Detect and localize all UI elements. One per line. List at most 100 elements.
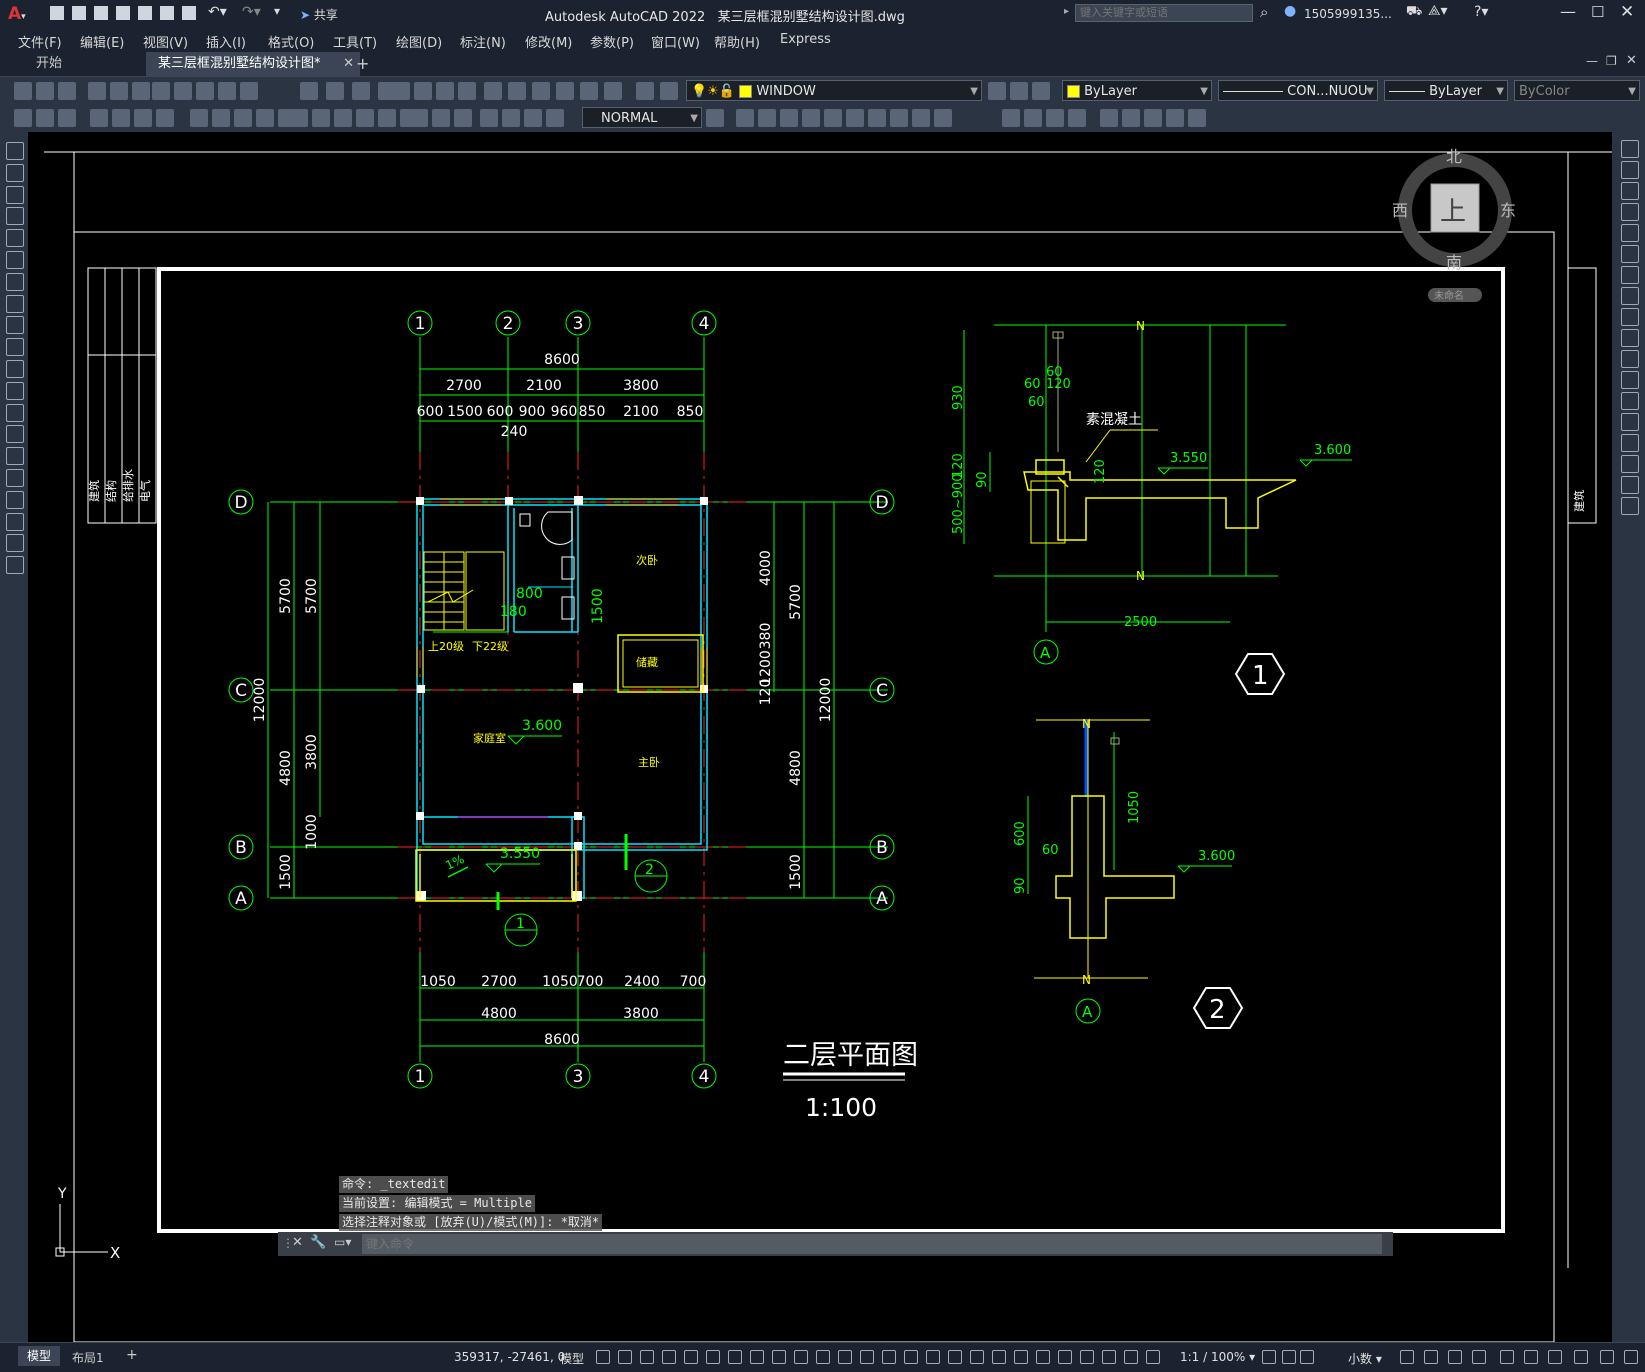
viewcube[interactable]: 上 北 南 东 西 未命名 [1392,147,1516,302]
color-dropdown[interactable]: ByLayer ▼ [1062,80,1212,101]
tb1-buttons-tool-icon-22[interactable] [556,82,574,100]
modify-tool-icon-6[interactable] [1621,266,1639,284]
draw-tool-icon-7[interactable] [6,294,24,313]
cart-icon[interactable]: ⛟ [1406,4,1422,21]
tb2-buttons-tool-icon-3[interactable] [90,109,108,127]
modify-tool-icon-13[interactable] [1621,413,1639,431]
tb1-buttons-tool-icon-13[interactable] [352,82,370,100]
doc-minimize-icon[interactable]: — [1586,54,1598,68]
new-tab-button[interactable]: + [344,52,381,76]
status-toggle-icon-38[interactable] [1624,1350,1638,1364]
a360-icon[interactable]: ⟁▾ [1428,3,1448,19]
customize-qat-icon[interactable]: ▾ [274,4,280,18]
modify-tool-icon-14[interactable] [1621,434,1639,452]
command-close-icon[interactable]: ✕ [292,1235,303,1250]
modify-tool-icon-7[interactable] [1621,287,1639,305]
undo-icon[interactable]: ↶▾ [208,4,227,20]
tb2-buttons-tool-icon-18[interactable] [410,109,428,127]
tb2-buttons-tool-icon-25[interactable] [706,109,724,127]
modify-tool-icon-8[interactable] [1621,308,1639,326]
status-toggle-icon-23[interactable] [1102,1350,1116,1364]
status-toggle-icon-9[interactable] [794,1350,808,1364]
menu-item-4[interactable]: 格式(O) [268,32,314,51]
plotstyle-dropdown[interactable]: ByColor ▼ [1514,80,1640,101]
menu-item-3[interactable]: 插入(I) [206,32,246,51]
draw-tool-icon-6[interactable] [6,272,24,291]
status-toggle-icon-4[interactable] [684,1350,698,1364]
modify-tool-icon-1[interactable] [1621,161,1639,179]
draw-tool-icon-13[interactable] [6,425,24,444]
tb2-buttons-tool-icon-38[interactable] [1046,109,1064,127]
tb2-buttons-tool-icon-0[interactable] [14,109,32,127]
plot-icon[interactable] [182,6,196,20]
tb1-buttons-tool-icon-0[interactable] [14,82,32,100]
tb2-buttons-tool-icon-13[interactable] [312,109,330,127]
save-to-web-icon[interactable] [160,6,174,20]
status-toggle-icon-28[interactable] [1300,1350,1314,1364]
tb2-buttons-tool-icon-19[interactable] [432,109,450,127]
tb1-buttons-tool-icon-19[interactable] [484,82,502,100]
status-toggle-icon-33[interactable] [1500,1350,1514,1364]
tb1-buttons-tool-icon-8[interactable] [196,82,214,100]
tb2-buttons-tool-icon-26[interactable] [736,109,754,127]
status-toggle-icon-24[interactable] [1124,1350,1138,1364]
tb1-buttons-tool-icon-5[interactable] [132,82,150,100]
draw-tool-icon-18[interactable] [6,534,24,553]
draw-tool-icon-11[interactable] [6,381,24,400]
tb2-buttons-tool-icon-34[interactable] [912,109,930,127]
tb2-buttons-tool-icon-41[interactable] [1122,109,1140,127]
tb2-buttons-tool-icon-31[interactable] [846,109,864,127]
status-toggle-icon-11[interactable] [838,1350,852,1364]
menu-item-9[interactable]: 参数(P) [590,32,634,51]
help-icon[interactable]: ?▾ [1474,4,1488,20]
draw-tool-icon-8[interactable] [6,316,24,335]
units-dropdown[interactable]: 小数 ▾ [1348,1350,1382,1367]
menu-item-5[interactable]: 工具(T) [333,32,377,51]
tb2-buttons-tool-icon-23[interactable] [524,109,542,127]
tb1-buttons-tool-icon-24[interactable] [604,82,622,100]
status-toggle-icon-0[interactable] [596,1350,610,1364]
maximize-icon[interactable]: ☐ [1591,3,1604,21]
tb2-buttons-tool-icon-24[interactable] [546,109,564,127]
tb1-buttons-tool-icon-4[interactable] [110,82,128,100]
command-customize-icon[interactable]: 🔧 [310,1235,326,1250]
tb2-buttons-tool-icon-39[interactable] [1068,109,1086,127]
status-toggle-icon-12[interactable] [860,1350,874,1364]
tb1-buttons-tool-icon-27[interactable] [988,82,1006,100]
tb2-buttons-tool-icon-28[interactable] [780,109,798,127]
draw-tool-icon-9[interactable] [6,338,24,357]
tb1-buttons-tool-icon-10[interactable] [240,82,258,100]
tb2-buttons-tool-icon-8[interactable] [212,109,230,127]
status-toggle-icon-13[interactable] [882,1350,896,1364]
tb1-buttons-tool-icon-2[interactable] [58,82,76,100]
tb1-buttons-tool-icon-18[interactable] [458,82,476,100]
save-as-icon[interactable] [116,6,130,20]
tb2-buttons-tool-icon-21[interactable] [480,109,498,127]
draw-tool-icon-5[interactable] [6,251,24,269]
modify-tool-icon-12[interactable] [1621,392,1639,410]
command-recent-icon[interactable]: ▭▾ [334,1235,351,1249]
tb1-buttons-tool-icon-20[interactable] [508,82,526,100]
menu-item-10[interactable]: 窗口(W) [651,32,700,51]
tab-active-drawing[interactable]: 某三层框混别墅结构设计图* ✕ [146,52,360,76]
tb1-buttons-tool-icon-23[interactable] [580,82,598,100]
layer-dropdown[interactable]: 💡☀🔓 WINDOW ▼ [686,80,982,101]
dimstyle-dropdown[interactable]: NORMAL ▼ [582,107,702,128]
tb1-buttons-tool-icon-21[interactable] [532,82,550,100]
modify-tool-icon-16[interactable] [1621,476,1639,494]
modify-tool-icon-4[interactable] [1621,224,1639,242]
tb1-buttons-tool-icon-11[interactable] [300,82,318,100]
modify-tool-icon-0[interactable] [1621,140,1639,158]
status-toggle-icon-2[interactable] [640,1350,654,1364]
status-toggle-icon-5[interactable] [706,1350,720,1364]
status-toggle-icon-31[interactable] [1448,1350,1462,1364]
modify-tool-icon-11[interactable] [1621,371,1639,389]
modify-tool-icon-10[interactable] [1621,350,1639,368]
status-toggle-icon-19[interactable] [1014,1350,1028,1364]
status-toggle-icon-14[interactable] [904,1350,918,1364]
tb1-buttons-tool-icon-29[interactable] [1032,82,1050,100]
status-toggle-icon-6[interactable] [728,1350,742,1364]
tb2-buttons-tool-icon-27[interactable] [758,109,776,127]
tb2-buttons-tool-icon-1[interactable] [36,109,54,127]
modify-tool-icon-5[interactable] [1621,245,1639,263]
